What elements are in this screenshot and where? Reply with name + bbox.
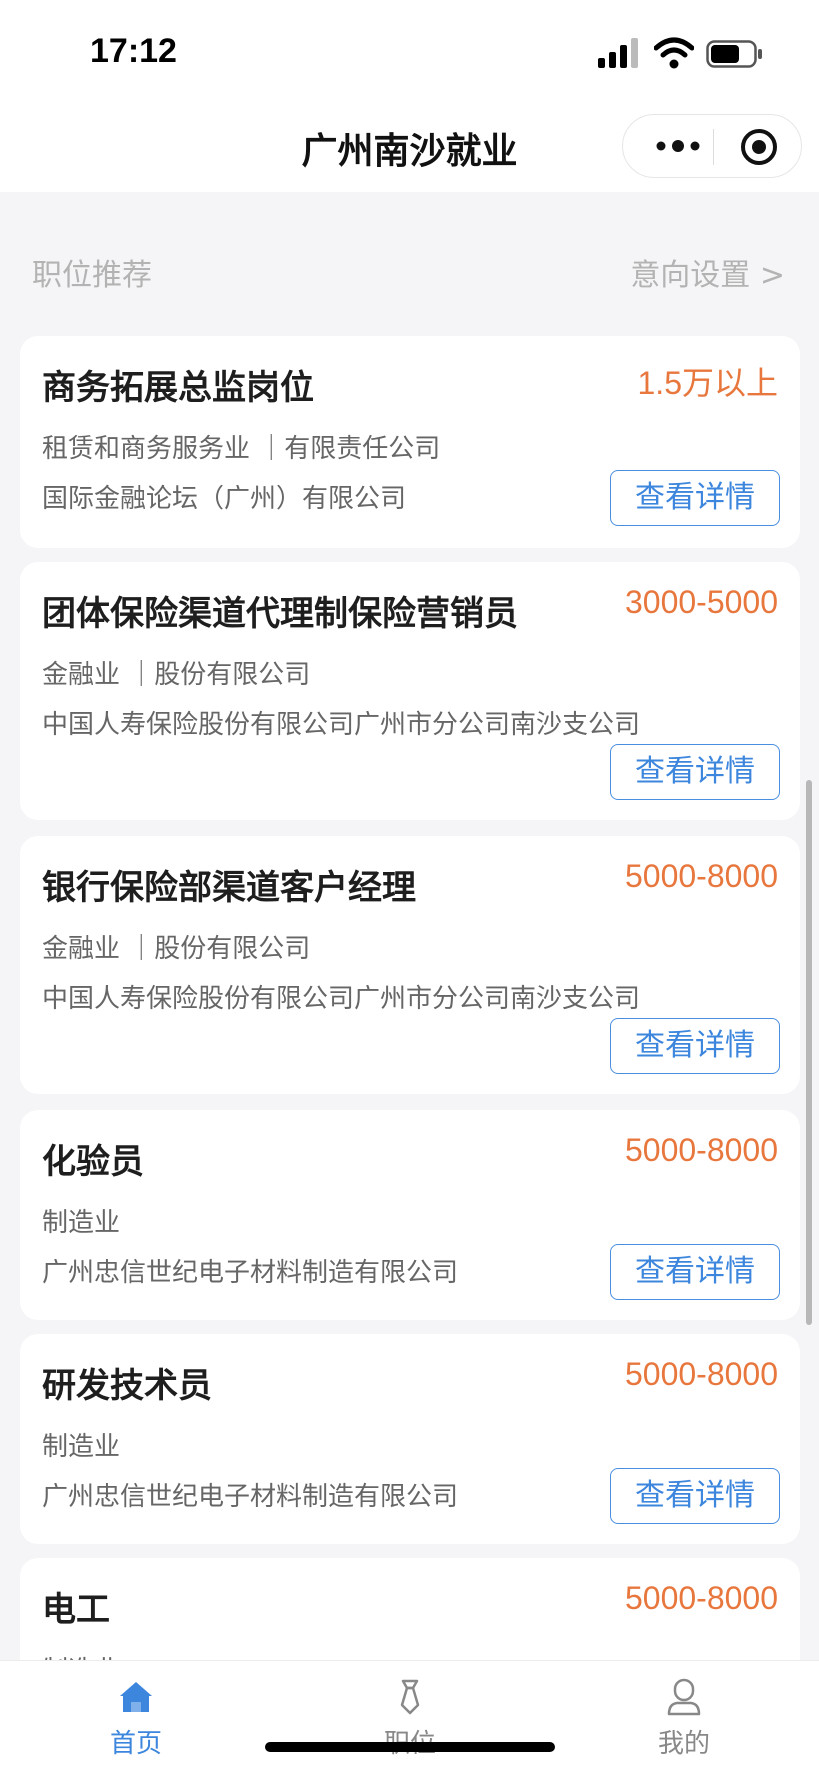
job-industry: 制造业 — [42, 1432, 121, 1462]
user-icon — [667, 1678, 701, 1716]
tab-label: 我的 — [657, 1729, 710, 1759]
more-icon[interactable] — [653, 131, 703, 161]
home-icon — [120, 1682, 152, 1712]
tab-label: 首页 — [109, 1729, 162, 1759]
view-details-button[interactable]: 查看详情 — [610, 1468, 780, 1524]
job-salary: 1.5万以上 — [637, 365, 779, 401]
job-industry: 金融业 ｜股份有限公司 — [42, 660, 311, 690]
view-details-button[interactable]: 查看详情 — [610, 470, 780, 526]
job-title: 电工 — [42, 1590, 110, 1630]
job-company: 广州忠信世纪电子材料制造有限公司 — [42, 1482, 459, 1512]
job-salary: 5000-8000 — [624, 1356, 778, 1392]
job-title: 银行保险部渠道客户经理 — [42, 868, 416, 908]
job-company: 中国人寿保险股份有限公司广州市分公司南沙支公司 — [42, 984, 641, 1014]
job-industry: 租赁和商务服务业 ｜有限责任公司 — [42, 434, 441, 464]
tab-jobs[interactable]: 职位 — [310, 1661, 510, 1772]
home-indicator — [265, 1742, 555, 1752]
nav-bar: 广州南沙就业 — [0, 100, 819, 192]
view-details-button[interactable]: 查看详情 — [610, 744, 780, 800]
wifi-icon — [654, 37, 694, 69]
job-salary: 5000-8000 — [624, 1580, 778, 1616]
section-title: 职位推荐 — [32, 258, 152, 293]
job-company: 广州忠信世纪电子材料制造有限公司 — [42, 1258, 459, 1288]
job-industry: 制造业 — [42, 1208, 121, 1238]
job-card[interactable]: 研发技术员 5000-8000 制造业 广州忠信世纪电子材料制造有限公司 查看详… — [20, 1334, 800, 1544]
job-salary: 5000-8000 — [624, 858, 778, 894]
job-salary: 3000-5000 — [624, 584, 778, 620]
job-salary: 5000-8000 — [624, 1132, 778, 1168]
job-card[interactable]: 化验员 5000-8000 制造业 广州忠信世纪电子材料制造有限公司 查看详情 — [20, 1110, 800, 1320]
tab-profile[interactable]: 我的 — [584, 1661, 784, 1772]
section-header: 职位推荐 意向设置 > — [0, 192, 819, 332]
job-title: 商务拓展总监岗位 — [42, 368, 314, 408]
tab-home[interactable]: 首页 — [36, 1661, 236, 1772]
job-title: 研发技术员 — [42, 1366, 212, 1406]
job-card[interactable]: 银行保险部渠道客户经理 5000-8000 金融业 ｜股份有限公司 中国人寿保险… — [20, 836, 800, 1094]
job-company: 中国人寿保险股份有限公司广州市分公司南沙支公司 — [42, 710, 641, 740]
status-bar: 17:12 — [0, 0, 819, 100]
mini-program-capsule — [622, 114, 802, 178]
tab-bar: 首页 职位 我的 — [0, 1660, 819, 1772]
job-title: 化验员 — [42, 1142, 144, 1182]
signal-icon — [598, 38, 638, 68]
battery-icon — [706, 40, 762, 68]
preference-settings-link[interactable]: 意向设置 > — [630, 250, 785, 294]
close-mini-program-icon[interactable] — [739, 127, 779, 167]
view-details-button[interactable]: 查看详情 — [610, 1244, 780, 1300]
tie-icon — [400, 1679, 420, 1715]
capsule-divider — [713, 129, 714, 165]
job-company: 国际金融论坛（广州）有限公司 — [42, 484, 407, 514]
scrollbar[interactable] — [806, 780, 812, 1325]
status-time: 17:12 — [90, 32, 177, 70]
job-card[interactable]: 团体保险渠道代理制保险营销员 3000-5000 金融业 ｜股份有限公司 中国人… — [20, 562, 800, 820]
view-details-button[interactable]: 查看详情 — [610, 1018, 780, 1074]
job-card[interactable]: 商务拓展总监岗位 1.5万以上 租赁和商务服务业 ｜有限责任公司 国际金融论坛（… — [20, 336, 800, 548]
job-title: 团体保险渠道代理制保险营销员 — [42, 594, 518, 634]
job-industry: 金融业 ｜股份有限公司 — [42, 934, 311, 964]
